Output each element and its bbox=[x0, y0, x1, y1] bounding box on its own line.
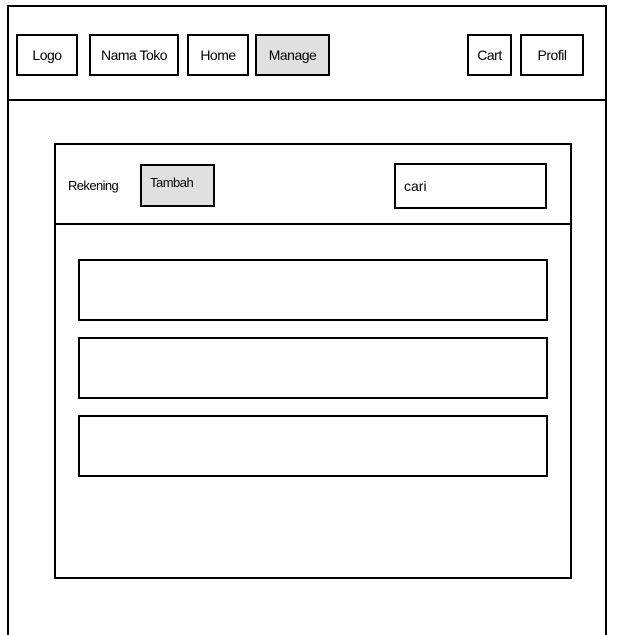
list-item[interactable] bbox=[78, 259, 548, 321]
list-item[interactable] bbox=[78, 415, 548, 477]
logo[interactable]: Logo bbox=[16, 34, 78, 76]
account-panel: Rekening Tambah bbox=[54, 143, 572, 579]
add-button[interactable]: Tambah bbox=[140, 164, 215, 207]
account-list bbox=[78, 259, 548, 493]
home-nav-button[interactable]: Home bbox=[187, 34, 249, 76]
list-item[interactable] bbox=[78, 337, 548, 399]
panel-title: Rekening bbox=[68, 178, 119, 193]
panel-header: Rekening Tambah bbox=[56, 145, 570, 225]
manage-nav-button[interactable]: Manage bbox=[255, 34, 330, 76]
profile-nav-button[interactable]: Profil bbox=[520, 34, 584, 76]
cart-nav-button[interactable]: Cart bbox=[467, 34, 512, 76]
app-frame: Logo Nama Toko Home Manage Cart Profil R… bbox=[7, 5, 607, 635]
search-input[interactable] bbox=[394, 163, 547, 209]
store-name-link[interactable]: Nama Toko bbox=[89, 34, 179, 76]
navbar: Logo Nama Toko Home Manage Cart Profil bbox=[9, 7, 605, 101]
